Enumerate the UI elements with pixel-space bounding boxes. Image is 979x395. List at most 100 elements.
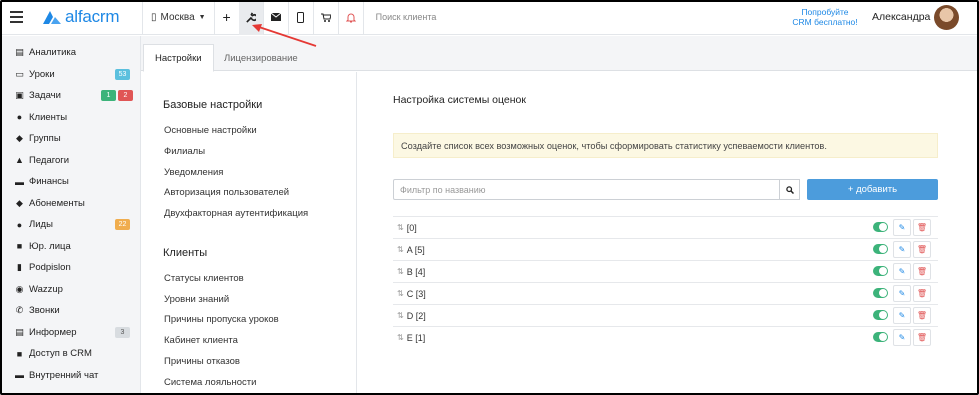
- sidebar-item-label: Задачи: [29, 90, 61, 101]
- active-toggle[interactable]: [873, 266, 888, 276]
- avatar[interactable]: [934, 5, 959, 30]
- sidebar-item[interactable]: ▤ Информер 3: [0, 322, 140, 343]
- delete-button[interactable]: 🗑: [913, 263, 931, 280]
- sidebar-item[interactable]: ◆ Абонементы: [0, 193, 140, 214]
- divider: [362, 0, 364, 35]
- grade-row: ⇅ B [4] ✎ 🗑: [393, 260, 938, 282]
- active-toggle[interactable]: [873, 222, 888, 232]
- count-badge: 1: [101, 90, 116, 101]
- sort-handle-icon[interactable]: ⇅: [397, 245, 404, 254]
- sort-handle-icon[interactable]: ⇅: [397, 311, 404, 320]
- menu-item-loyalty[interactable]: Система лояльности: [164, 377, 256, 388]
- logo-icon: [43, 11, 61, 24]
- sidebar-item-label: Уроки: [29, 68, 55, 80]
- money-icon: ▬: [15, 176, 24, 187]
- grade-row: ⇅ A [5] ✎ 🗑: [393, 238, 938, 260]
- document-icon: ▮: [17, 262, 22, 272]
- sidebar-item[interactable]: ▬ Финансы: [0, 171, 140, 192]
- menu-icon[interactable]: [2, 0, 30, 35]
- add-grade-button[interactable]: + добавить: [807, 179, 938, 200]
- logo[interactable]: alfacrm: [42, 7, 142, 27]
- sidebar-item-label: Педагоги: [29, 154, 70, 166]
- sort-handle-icon[interactable]: ⇅: [397, 223, 404, 232]
- delete-button[interactable]: 🗑: [913, 219, 931, 236]
- sidebar-item[interactable]: ■ Юр. лица: [0, 236, 140, 257]
- sidebar-item-label: Юр. лица: [29, 240, 71, 252]
- menu-item-main-settings[interactable]: Основные настройки: [164, 125, 257, 136]
- delete-button[interactable]: 🗑: [913, 241, 931, 258]
- sidebar-item[interactable]: ✆ Звонки: [0, 300, 140, 321]
- delete-button[interactable]: 🗑: [913, 329, 931, 346]
- edit-button[interactable]: ✎: [893, 285, 911, 302]
- menu-item-refusal-reasons[interactable]: Причины отказов: [164, 356, 240, 367]
- grade-label: B [4]: [406, 266, 426, 277]
- trash-icon: 🗑: [916, 245, 928, 254]
- edit-button[interactable]: ✎: [893, 329, 911, 346]
- menu-item-knowledge-levels[interactable]: Уровни знаний: [164, 294, 229, 305]
- sidebar-item[interactable]: ▭ Уроки 53: [0, 64, 140, 85]
- sidebar-item-label: Внутренний чат: [29, 369, 99, 381]
- users-icon: ◆: [16, 133, 23, 143]
- pencil-icon: ✎: [898, 289, 906, 298]
- try-line2: CRM бесплатно!: [792, 17, 858, 27]
- menu-item-branches[interactable]: Филиалы: [164, 146, 205, 157]
- client-search-input[interactable]: Поиск клиента: [376, 12, 536, 22]
- active-toggle[interactable]: [873, 332, 888, 342]
- menu-item-user-auth[interactable]: Авторизация пользователей: [164, 187, 289, 198]
- menu-item-notifications[interactable]: Уведомления: [164, 167, 223, 178]
- sidebar-item[interactable]: ■ Доступ в CRM: [0, 343, 140, 364]
- sidebar-item[interactable]: ◉ Wazzup: [0, 279, 140, 300]
- try-free-link[interactable]: Попробуйте CRM бесплатно!: [790, 7, 860, 27]
- grade-row: ⇅ D [2] ✎ 🗑: [393, 304, 938, 326]
- user-name[interactable]: Александра: [872, 11, 930, 23]
- notifications-button[interactable]: [339, 0, 363, 35]
- branch-select[interactable]: ▯ Москва ▼: [143, 0, 214, 35]
- settings-menu: Базовые настройки Основные настройки Фил…: [141, 72, 357, 395]
- menu-item-client-statuses[interactable]: Статусы клиентов: [164, 273, 244, 284]
- grade-row: ⇅ C [3] ✎ 🗑: [393, 282, 938, 304]
- whatsapp-icon: ◉: [15, 283, 24, 294]
- delete-button[interactable]: 🗑: [913, 307, 931, 324]
- sidebar-item-label: Абонементы: [29, 197, 85, 209]
- tag-icon: ◆: [16, 197, 23, 208]
- sidebar: ▤ Аналитика ▭ Уроки 53 ▣ Задачи 1 2 ● Клиенты ◆ Груп…: [0, 36, 141, 395]
- menu-item-skip-reasons[interactable]: Причины пропуска уроков: [164, 314, 279, 325]
- sidebar-item[interactable]: ◆ Группы: [0, 128, 140, 149]
- edit-button[interactable]: ✎: [893, 307, 911, 324]
- menu-item-2fa[interactable]: Двухфакторная аутентификация: [164, 208, 308, 219]
- active-toggle[interactable]: [873, 310, 888, 320]
- sidebar-item-label: Группы: [29, 133, 61, 144]
- delete-button[interactable]: 🗑: [913, 285, 931, 302]
- sidebar-item-label: Wazzup: [29, 283, 63, 295]
- sidebar-item[interactable]: ▣ Задачи 1 2: [0, 85, 140, 106]
- sort-handle-icon[interactable]: ⇅: [397, 333, 404, 342]
- sidebar-item[interactable]: ▤ Аналитика: [0, 42, 140, 63]
- edit-button[interactable]: ✎: [893, 219, 911, 236]
- edit-button[interactable]: ✎: [893, 241, 911, 258]
- sort-handle-icon[interactable]: ⇅: [397, 289, 404, 298]
- grade-label: [0]: [406, 222, 417, 233]
- plus-icon: +: [222, 9, 231, 25]
- filter-search-button[interactable]: [779, 179, 800, 200]
- graduation-icon: ▲: [15, 155, 24, 165]
- active-toggle[interactable]: [873, 288, 888, 298]
- menu-item-client-cabinet[interactable]: Кабинет клиента: [164, 335, 238, 346]
- sidebar-item[interactable]: ● Клиенты: [0, 107, 140, 128]
- trash-icon: 🗑: [916, 333, 928, 342]
- sidebar-item[interactable]: ● Лиды 22: [0, 214, 140, 235]
- caret-down-icon: ▼: [198, 13, 206, 21]
- count-badge: 3: [115, 326, 130, 338]
- sidebar-item[interactable]: ▬ Внутренний чат: [0, 365, 140, 386]
- sidebar-item[interactable]: ▲ Педагоги: [0, 150, 140, 171]
- active-toggle[interactable]: [873, 244, 888, 254]
- trash-icon: 🗑: [916, 311, 928, 320]
- tab-settings[interactable]: Настройки: [143, 44, 214, 72]
- sort-handle-icon[interactable]: ⇅: [397, 267, 404, 276]
- filter-input[interactable]: Фильтр по названию: [393, 179, 800, 200]
- user-plus-icon: ●: [16, 219, 23, 230]
- pencil-icon: ✎: [898, 267, 906, 276]
- chat-icon: ▬: [15, 370, 24, 380]
- add-button[interactable]: +: [215, 0, 239, 35]
- sidebar-item[interactable]: ▮ Podpislon: [0, 257, 140, 278]
- edit-button[interactable]: ✎: [893, 263, 911, 280]
